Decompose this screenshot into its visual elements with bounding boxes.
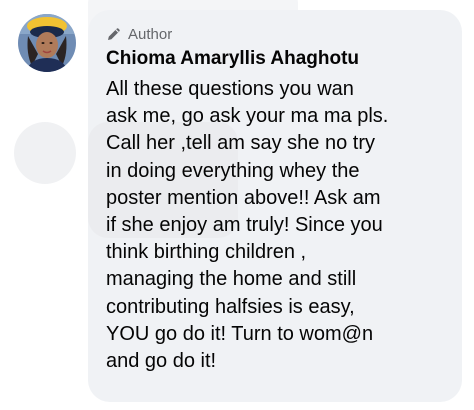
comment-text: All these questions you wan ask me, go a… (106, 76, 452, 375)
comment-text-line: in doing everything whey the (106, 159, 360, 182)
comment-text-line: if she enjoy am truly! Since you (106, 214, 383, 237)
comment-text-line: ask me, go ask your ma ma pls. (106, 105, 389, 128)
avatar[interactable] (18, 14, 76, 72)
comment-thread: Author Chioma Amaryllis Ahaghotu All the… (0, 0, 474, 410)
comment-text-line: think birthing children , (106, 241, 307, 264)
faded-avatar-placeholder (14, 122, 76, 184)
author-badge: Author (106, 24, 172, 44)
comment-text-line: Call her ,tell am say she no try (106, 132, 375, 155)
comment-text-line: and go do it! (106, 350, 217, 373)
author-badge-label: Author (128, 25, 173, 43)
pencil-icon (108, 28, 120, 40)
avatar-photo (18, 14, 76, 72)
comment-text-line: contributing halfsies is easy, (106, 295, 355, 318)
commenter-name[interactable]: Chioma Amaryllis Ahaghotu (106, 48, 359, 70)
comment-text-line: All these questions you wan (106, 78, 354, 100)
comment-text-line: YOU go do it! Turn to wom@n (106, 322, 374, 345)
comment-text-line: managing the home and still (106, 268, 357, 291)
comment-text-line: poster mention above!! Ask am (106, 186, 381, 209)
